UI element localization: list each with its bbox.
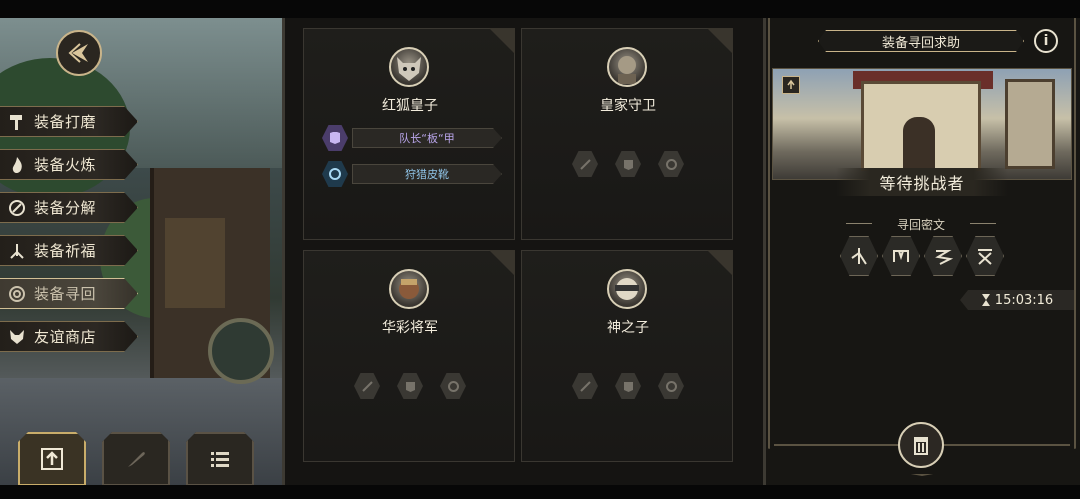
ring-icon bbox=[322, 161, 348, 187]
empty-gear-row bbox=[572, 151, 684, 177]
rune-3-icon bbox=[924, 236, 962, 276]
hero-slot[interactable]: 华彩将军 bbox=[303, 250, 515, 462]
general-portrait bbox=[389, 269, 429, 309]
fox-icon bbox=[0, 327, 34, 347]
cipher-runes bbox=[840, 236, 1004, 276]
back-button[interactable] bbox=[56, 30, 102, 76]
retrieve-help-panel: 装备寻回求助 i 等待挑战者 寻回密文 15:03:16 bbox=[766, 18, 1080, 485]
status-banner: 等待挑战者 bbox=[836, 168, 1008, 196]
upload-icon[interactable] bbox=[782, 76, 800, 94]
bottom-tab-bar bbox=[18, 432, 254, 486]
gear-row[interactable]: 队长“板“甲 bbox=[322, 125, 502, 151]
menu-item-label: 装备祈福 bbox=[34, 242, 97, 260]
info-button[interactable]: i bbox=[1034, 29, 1058, 53]
menu-item-bless[interactable]: 装备祈福 bbox=[0, 235, 138, 266]
gear-row[interactable]: 狩猎皮靴 bbox=[322, 161, 502, 187]
ring-slot-icon[interactable] bbox=[658, 151, 684, 177]
hero-name: 红狐皇子 bbox=[382, 98, 438, 114]
menu-item-label: 装备寻回 bbox=[34, 285, 97, 303]
sword-slot-icon[interactable] bbox=[572, 151, 598, 177]
rune-2-icon bbox=[882, 236, 920, 276]
list-tab-button[interactable] bbox=[186, 432, 254, 486]
menu-item-label: 装备火炼 bbox=[34, 156, 97, 174]
hourglass-icon bbox=[981, 294, 990, 306]
side-menu: 装备打磨 装备火炼 装备分解 装备祈福 装备寻回 友谊商店 bbox=[0, 106, 138, 364]
upload-icon bbox=[41, 448, 63, 470]
timer-value: 15:03:16 bbox=[994, 292, 1054, 308]
hero-name: 华彩将军 bbox=[382, 320, 438, 336]
hero-slot[interactable]: 皇家守卫 bbox=[521, 28, 733, 240]
gear-label: 队长“板“甲 bbox=[352, 128, 502, 148]
child-portrait bbox=[607, 269, 647, 309]
countdown-timer: 15:03:16 bbox=[960, 290, 1074, 310]
menu-item-polish[interactable]: 装备打磨 bbox=[0, 106, 138, 137]
sword-slot-icon[interactable] bbox=[572, 373, 598, 399]
empty-gear-row bbox=[354, 373, 466, 399]
hero-slot[interactable]: 神之子 bbox=[521, 250, 733, 462]
flame-icon bbox=[0, 155, 34, 175]
hammer-icon bbox=[0, 112, 34, 132]
hero-name: 神之子 bbox=[607, 320, 649, 336]
menu-item-label: 装备分解 bbox=[34, 199, 97, 217]
armor-slot-icon[interactable] bbox=[615, 373, 641, 399]
ring-slot-icon[interactable] bbox=[658, 373, 684, 399]
menu-item-dismantle[interactable]: 装备分解 bbox=[0, 192, 138, 223]
sword-slot-icon[interactable] bbox=[354, 373, 380, 399]
top-letterbox bbox=[0, 0, 1080, 18]
gear-label: 狩猎皮靴 bbox=[352, 164, 502, 184]
ring-slot-icon[interactable] bbox=[440, 373, 466, 399]
scene-shield bbox=[208, 318, 274, 384]
armor-icon bbox=[322, 125, 348, 151]
back-arrow-icon bbox=[68, 43, 88, 63]
bottom-letterbox bbox=[0, 485, 1080, 499]
hero-name: 皇家守卫 bbox=[600, 98, 656, 114]
image-door bbox=[903, 117, 935, 171]
menu-item-retrieve[interactable]: 装备寻回 bbox=[0, 278, 138, 309]
swirl-icon bbox=[0, 198, 34, 218]
image-tower bbox=[1005, 79, 1055, 169]
rune-1-icon bbox=[840, 236, 878, 276]
delete-button[interactable] bbox=[898, 422, 944, 468]
menu-item-label: 友谊商店 bbox=[34, 328, 97, 346]
guard-portrait bbox=[607, 47, 647, 87]
list-icon bbox=[211, 452, 229, 467]
scene-house-window bbox=[165, 218, 225, 308]
panel-title: 装备寻回求助 bbox=[818, 30, 1024, 52]
upload-tab-button[interactable] bbox=[18, 432, 86, 486]
hero-slot-grid: 红狐皇子 队长“板“甲 狩猎皮靴 皇家守卫 华彩将军 神之子 bbox=[282, 18, 766, 485]
hero-slot[interactable]: 红狐皇子 队长“板“甲 狩猎皮靴 bbox=[303, 28, 515, 240]
menu-item-friendship-shop[interactable]: 友谊商店 bbox=[0, 321, 138, 352]
spiral-icon bbox=[0, 284, 34, 304]
menu-item-label: 装备打磨 bbox=[34, 113, 97, 131]
armor-slot-icon[interactable] bbox=[397, 373, 423, 399]
empty-gear-row bbox=[572, 373, 684, 399]
cipher-label: 寻回密文 bbox=[846, 216, 996, 233]
armor-slot-icon[interactable] bbox=[615, 151, 641, 177]
rune-4-icon bbox=[966, 236, 1004, 276]
wolf-portrait bbox=[389, 47, 429, 87]
location-image bbox=[772, 68, 1072, 180]
trash-icon bbox=[914, 437, 928, 455]
feather-icon bbox=[128, 452, 145, 467]
pray-icon bbox=[0, 241, 34, 261]
menu-item-forge[interactable]: 装备火炼 bbox=[0, 149, 138, 180]
feather-tab-button[interactable] bbox=[102, 432, 170, 486]
